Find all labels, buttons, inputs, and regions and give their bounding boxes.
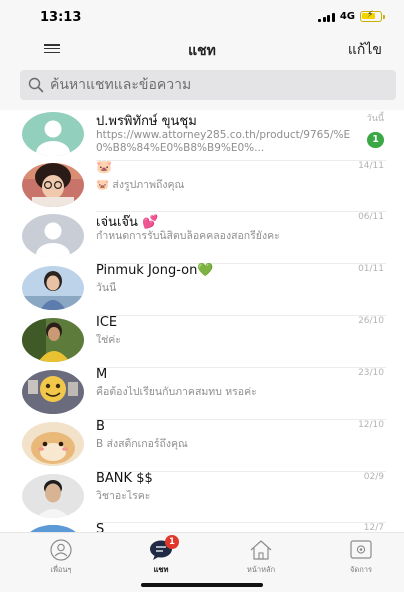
default-avatar-grey (22, 214, 84, 258)
app-header: แชท แก้ไข (0, 36, 404, 62)
chat-time: 23/10 (358, 368, 384, 378)
search-input[interactable] (50, 77, 380, 93)
tab-home[interactable]: หน้าหลัก (231, 539, 291, 579)
search-icon (28, 77, 44, 93)
chat-name: ป.พรพิทักษ์ ขุนชุม (96, 114, 197, 129)
chat-time: 26/10 (358, 316, 384, 326)
chat-row[interactable]: M คือต้องไปเรียนกับภาคสมทบ หรอค่ะ 23/10 (0, 367, 404, 419)
search-box[interactable] (20, 70, 396, 100)
chat-bubble-icon: 1 (148, 535, 179, 561)
home-indicator (141, 583, 263, 587)
search-area (0, 62, 404, 110)
chat-time: 02/9 (363, 472, 384, 482)
chat-list: ป.พรพิทักษ์ ขุนชุม https://www.attorney2… (0, 110, 404, 532)
chat-preview: 🐷 ส่งรูปภาพถึงคุณ (96, 179, 185, 191)
chat-name: 🐷 (96, 160, 113, 175)
photo-avatar-blue (22, 525, 84, 532)
chat-preview: กำหนดการรับนิสิตบล็อคคลองสอกรียังคะ (96, 230, 280, 242)
tab-friends[interactable]: เพื่อนๆ (31, 539, 91, 579)
bottom-tab-bar: เพื่อนๆ 1 แชท หน้าหลัก จัดการ (0, 532, 404, 592)
photo-avatar-hamster (22, 422, 84, 466)
chat-name: M (96, 367, 108, 382)
chat-preview: https://www.attorney285.co.th/product/97… (96, 129, 351, 154)
photo-avatar-man-white (22, 474, 84, 518)
chat-time: 12/7 (363, 523, 384, 532)
chat-row[interactable]: BANK $$ วิชาอะไรคะ 02/9 (0, 471, 404, 523)
chat-time: 01/11 (358, 264, 384, 274)
battery-icon: ⚡ (360, 10, 385, 22)
tab-manage[interactable]: จัดการ (331, 539, 391, 579)
chat-time: 06/11 (358, 212, 384, 222)
chat-row[interactable]: Pinmuk Jong-on💚 วันนี้ 01/11 (0, 263, 404, 315)
chat-row[interactable]: B B ส่งสติ๊กเกอร์ถึงคุณ 12/10 (0, 419, 404, 471)
chat-name: เจ่นเจ๊น 💕 (96, 215, 159, 230)
edit-button[interactable]: แก้ไข (348, 39, 382, 61)
chat-preview: ใช่ค่ะ (96, 334, 121, 346)
chat-time: วันนี้ (366, 114, 384, 124)
tab-label: หน้าหลัก (246, 565, 276, 574)
chat-time: 12/10 (358, 420, 384, 430)
photo-avatar-man-yellow (22, 318, 84, 362)
chat-name: Pinmuk Jong-on💚 (96, 263, 214, 278)
photo-avatar-emoji-face (22, 370, 84, 414)
signal-icon (318, 12, 335, 22)
photo-avatar-girl-sky (22, 266, 84, 310)
chat-time: 14/11 (358, 161, 384, 171)
status-time: 13:13 (40, 10, 82, 25)
chat-row[interactable]: 🐷 🐷 ส่งรูปภาพถึงคุณ 14/11 (0, 160, 404, 212)
status-bar: 13:13 4G ⚡ (0, 0, 404, 36)
network-label: 4G (339, 11, 355, 22)
tab-label: แชท (153, 565, 169, 574)
chat-preview: B ส่งสติ๊กเกอร์ถึงคุณ (96, 438, 188, 450)
chat-row[interactable]: เจ่นเจ๊น 💕 กำหนดการรับนิสิตบล็อคคลองสอกร… (0, 211, 404, 263)
chat-name: B (96, 419, 105, 434)
home-icon (248, 539, 274, 561)
tab-label: จัดการ (349, 565, 373, 574)
chat-preview: วิชาอะไรคะ (96, 490, 151, 502)
tab-badge: 1 (165, 535, 179, 549)
chat-preview: วันนี้ (96, 282, 117, 294)
chat-preview: คือต้องไปเรียนกับภาคสมทบ หรอค่ะ (96, 386, 257, 398)
status-indicators: 4G ⚡ (318, 10, 385, 22)
unread-badge: 1 (367, 132, 384, 148)
chat-name: S (96, 522, 105, 532)
page-title: แชท (188, 43, 216, 59)
chat-row[interactable]: ป.พรพิทักษ์ ขุนชุม https://www.attorney2… (0, 110, 404, 162)
manage-icon (348, 539, 374, 561)
friends-icon (48, 539, 74, 561)
default-avatar-green (22, 112, 84, 156)
tab-label: เพื่อนๆ (50, 565, 72, 574)
chat-name: ICE (96, 315, 118, 330)
photo-avatar-girl-glasses (22, 163, 84, 207)
chat-row[interactable]: ICE ใช่ค่ะ 26/10 (0, 315, 404, 367)
tab-chat[interactable]: 1 แชท (131, 535, 191, 579)
chat-name: BANK $$ (96, 471, 153, 486)
chat-row[interactable]: S 12/7 (0, 522, 404, 532)
